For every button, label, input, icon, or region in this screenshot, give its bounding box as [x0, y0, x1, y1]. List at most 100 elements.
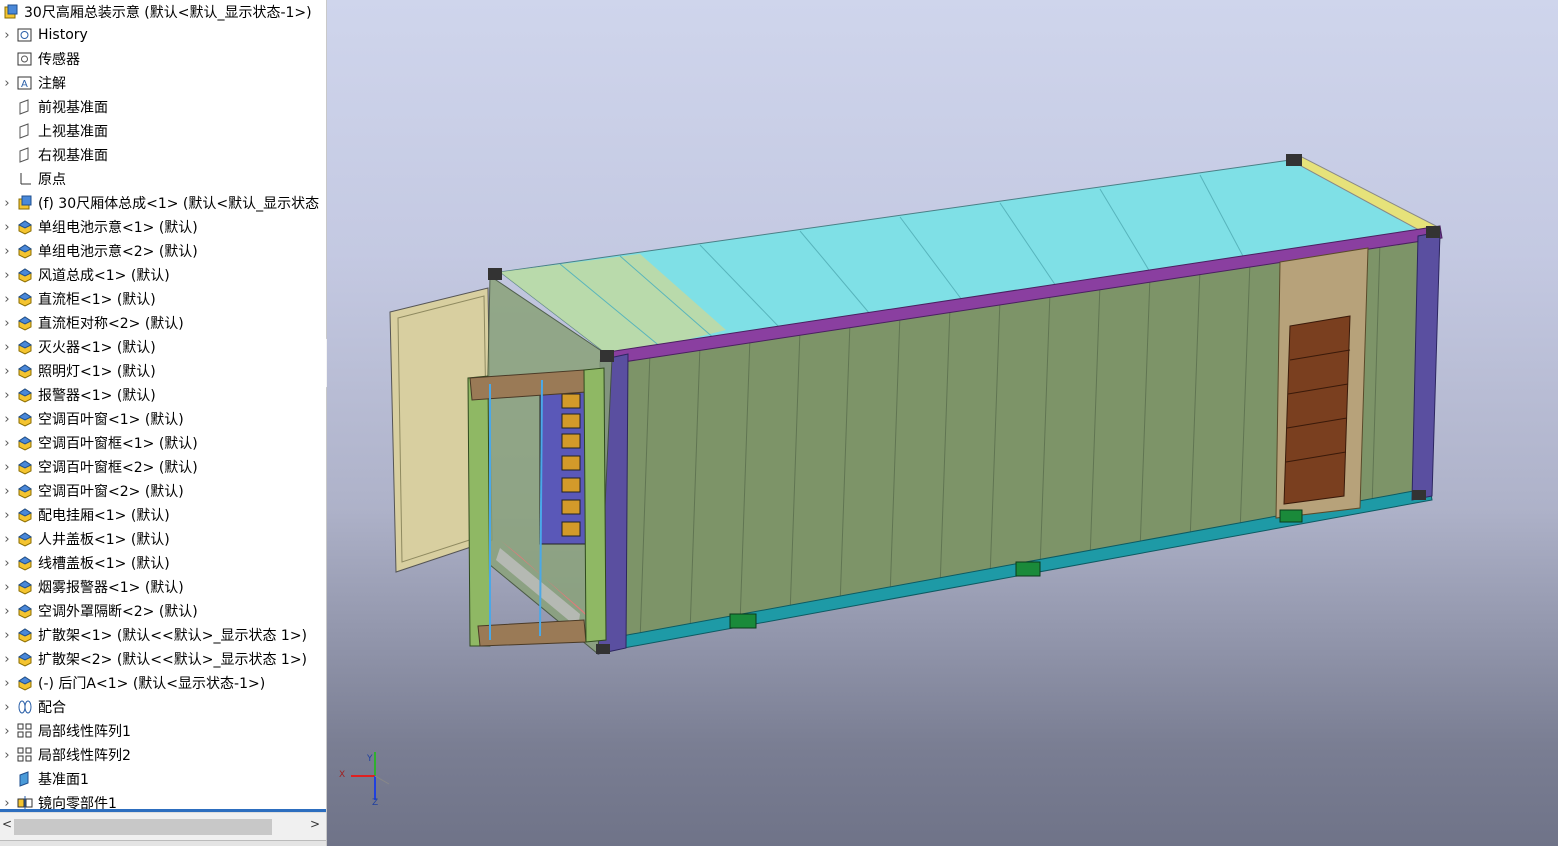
tree-item[interactable]: › A 注解: [0, 71, 66, 95]
expander-chevron-icon[interactable]: ›: [0, 388, 14, 403]
side-door[interactable]: [1283, 315, 1351, 505]
tree-item[interactable]: › 空调外罩隔断<2> (默认): [0, 599, 197, 623]
tree-item[interactable]: › (f) 30尺厢体总成<1> (默认<默认_显示状态: [0, 191, 319, 215]
tree-item-label: 直流柜<1> (默认): [38, 292, 156, 308]
expander-chevron-icon[interactable]: ›: [0, 268, 14, 283]
tree-item-label: 照明灯<1> (默认): [38, 364, 156, 380]
expander-chevron-icon[interactable]: ›: [0, 604, 14, 619]
expander-chevron-icon[interactable]: ›: [0, 196, 14, 211]
axis-label-z: Z: [372, 798, 379, 808]
svg-text:A: A: [21, 79, 28, 90]
part-icon: [16, 482, 34, 500]
expander-chevron-icon[interactable]: ›: [0, 460, 14, 475]
expander-chevron-icon[interactable]: ›: [0, 340, 14, 355]
part-icon: [16, 314, 34, 332]
tree-item-label: 空调百叶窗框<1> (默认): [38, 436, 198, 452]
tree-item[interactable]: › 直流柜<1> (默认): [0, 287, 156, 311]
tree-item-label: 扩散架<2> (默认<<默认>_显示状态 1>): [38, 652, 308, 668]
expander-chevron-icon[interactable]: ›: [0, 484, 14, 499]
part-icon: [16, 266, 34, 284]
tree-item-label: 局部线性阵列1: [38, 724, 131, 740]
expander-chevron-icon[interactable]: ›: [0, 412, 14, 427]
tree-item[interactable]: 前视基准面: [0, 95, 108, 119]
expander-chevron-icon[interactable]: ›: [0, 76, 14, 91]
tree-item[interactable]: › 照明灯<1> (默认): [0, 359, 156, 383]
tree-item[interactable]: › 人井盖板<1> (默认): [0, 527, 169, 551]
tree-item[interactable]: › 空调百叶窗<1> (默认): [0, 407, 183, 431]
tree-item[interactable]: › 局部线性阵列2: [0, 743, 131, 767]
expander-chevron-icon[interactable]: ›: [0, 364, 14, 379]
part-icon: [16, 530, 34, 548]
tree-item-label: (f) 30尺厢体总成<1> (默认<默认_显示状态: [38, 196, 320, 212]
scrollbar-thumb[interactable]: [14, 819, 272, 835]
horizontal-scrollbar[interactable]: < >: [0, 812, 326, 841]
tree-root-label: 30尺高厢总装示意 (默认<默认_显示状态-1>): [24, 5, 312, 21]
expander-chevron-icon[interactable]: ›: [0, 292, 14, 307]
part-icon: [16, 362, 34, 380]
tree-item[interactable]: › 空调百叶窗框<1> (默认): [0, 431, 198, 455]
expander-chevron-icon[interactable]: ›: [0, 628, 14, 643]
part-icon: [16, 578, 34, 596]
part-icon: [16, 218, 34, 236]
tree-item[interactable]: 右视基准面: [0, 143, 108, 167]
origin-icon: [16, 170, 34, 188]
graphics-viewport[interactable]: Y X Z: [327, 0, 1558, 846]
tree-item[interactable]: › 空调百叶窗<2> (默认): [0, 479, 183, 503]
tree-item[interactable]: › 直流柜对称<2> (默认): [0, 311, 183, 335]
tree-item[interactable]: 上视基准面: [0, 119, 108, 143]
tree-item[interactable]: › 配电挂厢<1> (默认): [0, 503, 169, 527]
tree-item[interactable]: 传感器: [0, 47, 80, 71]
tree-item[interactable]: › 灭火器<1> (默认): [0, 335, 155, 359]
part-icon: [16, 650, 34, 668]
part-icon: [16, 434, 34, 452]
expander-chevron-icon[interactable]: ›: [0, 556, 14, 571]
expander-chevron-icon[interactable]: ›: [0, 316, 14, 331]
tree-item-label: 报警器<1> (默认): [38, 388, 156, 404]
expander-chevron-icon[interactable]: ›: [0, 244, 14, 259]
expander-chevron-icon[interactable]: ›: [0, 508, 14, 523]
tree-item[interactable]: › 局部线性阵列1: [0, 719, 131, 743]
scroll-right-arrow[interactable]: >: [308, 817, 322, 831]
tree-item[interactable]: 原点: [0, 167, 66, 191]
expander-chevron-icon[interactable]: ›: [0, 652, 14, 667]
tree-item[interactable]: › 空调百叶窗框<2> (默认): [0, 455, 198, 479]
tree-item[interactable]: › 线槽盖板<1> (默认): [0, 551, 169, 575]
tree-item-label: 烟雾报警器<1> (默认): [38, 580, 184, 596]
part-icon: [16, 554, 34, 572]
expander-chevron-icon[interactable]: ›: [0, 220, 14, 235]
tree-item[interactable]: › 配合: [0, 695, 66, 719]
expander-chevron-icon[interactable]: ›: [0, 532, 14, 547]
tree-item[interactable]: 基准面1: [0, 767, 89, 791]
tree-item-label: 空调百叶窗框<2> (默认): [38, 460, 198, 476]
tree-item-label: 前视基准面: [38, 100, 108, 116]
axis-label-x: X: [339, 770, 346, 780]
part-icon: [16, 506, 34, 524]
tree-item[interactable]: › History: [0, 23, 87, 47]
part-icon: [16, 626, 34, 644]
expander-chevron-icon[interactable]: ›: [0, 748, 14, 763]
container-model[interactable]: [327, 0, 1558, 846]
tree-root-assembly[interactable]: 30尺高厢总装示意 (默认<默认_显示状态-1>): [0, 0, 312, 24]
tree-item[interactable]: › 扩散架<1> (默认<<默认>_显示状态 1>): [0, 623, 307, 647]
scroll-left-arrow[interactable]: <: [0, 817, 14, 831]
tree-item[interactable]: › 风道总成<1> (默认): [0, 263, 169, 287]
tree-item-label: 传感器: [38, 52, 80, 68]
expander-chevron-icon[interactable]: ›: [0, 724, 14, 739]
plane-icon: [16, 98, 34, 116]
tree-item[interactable]: › 扩散架<2> (默认<<默认>_显示状态 1>): [0, 647, 307, 671]
expander-chevron-icon[interactable]: ›: [0, 580, 14, 595]
expander-chevron-icon[interactable]: ›: [0, 436, 14, 451]
tree-item[interactable]: › 单组电池示意<1> (默认): [0, 215, 197, 239]
tree-item[interactable]: › 报警器<1> (默认): [0, 383, 156, 407]
tree-item[interactable]: › (-) 后门A<1> (默认<显示状态-1>): [0, 671, 265, 695]
part-icon: [16, 338, 34, 356]
panel-tabs[interactable]: [0, 840, 326, 846]
tree-item[interactable]: › 烟雾报警器<1> (默认): [0, 575, 184, 599]
pattern-icon: [16, 722, 34, 740]
expander-chevron-icon[interactable]: ›: [0, 676, 14, 691]
tree-item[interactable]: › 单组电池示意<2> (默认): [0, 239, 197, 263]
expander-chevron-icon[interactable]: ›: [0, 28, 14, 43]
tree-item-label: 右视基准面: [38, 148, 108, 164]
plane-feature-icon: [16, 770, 34, 788]
expander-chevron-icon[interactable]: ›: [0, 700, 14, 715]
